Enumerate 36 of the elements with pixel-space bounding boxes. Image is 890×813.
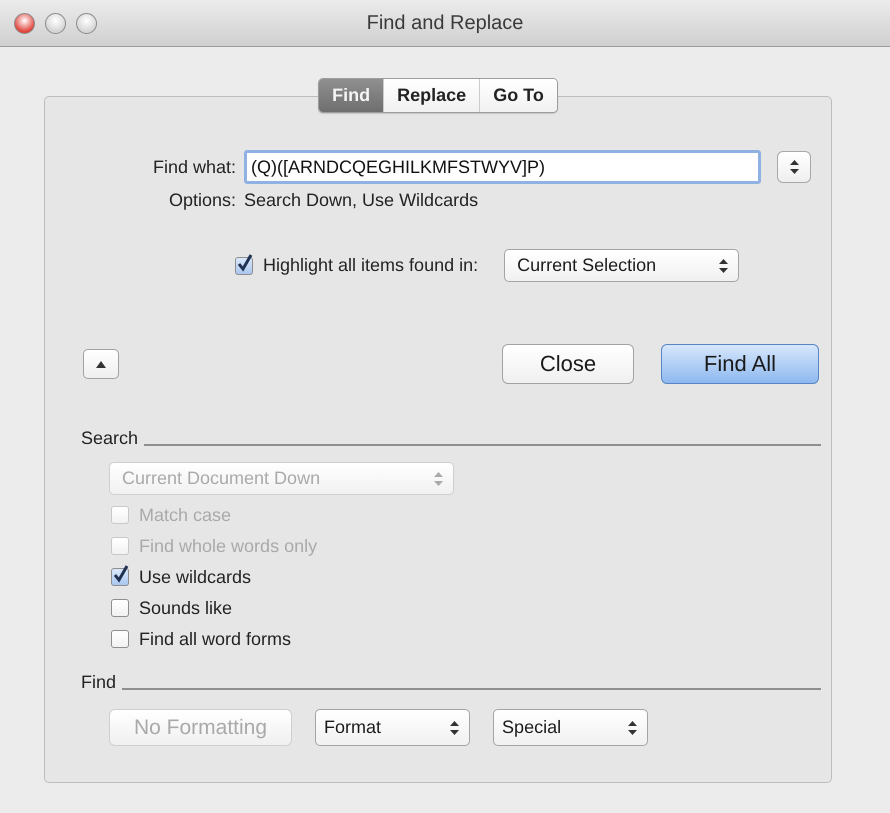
tab[interactable]: Find bbox=[319, 79, 384, 112]
tab[interactable]: Replace bbox=[383, 79, 480, 112]
close-window-button[interactable] bbox=[14, 12, 35, 34]
dropdown[interactable]: Format bbox=[315, 709, 470, 746]
tab[interactable]: Go To bbox=[479, 79, 557, 112]
checkbox[interactable] bbox=[111, 568, 129, 586]
up-down-arrows-icon bbox=[450, 720, 460, 734]
checkbox[interactable] bbox=[111, 599, 129, 617]
checkbox-label: Match case bbox=[139, 504, 232, 526]
field-label: Find what: bbox=[152, 156, 236, 178]
checkbox-label: Sounds like bbox=[139, 598, 232, 618]
up-down-arrows-icon bbox=[628, 720, 638, 734]
checkbox[interactable] bbox=[111, 630, 129, 648]
checkbox-label: Find whole words only bbox=[139, 536, 318, 556]
default-button[interactable]: Find All bbox=[661, 344, 819, 384]
checkbox-label: Find all word forms bbox=[139, 628, 292, 650]
collapse-button[interactable] bbox=[83, 349, 119, 379]
history-button[interactable] bbox=[777, 151, 811, 183]
checkbox-label: Use wildcards bbox=[139, 566, 252, 588]
find-what-field[interactable]: (Q)([ARNDCQEGHILKMFSTWYV]P) bbox=[244, 150, 761, 184]
triangle-up-icon bbox=[96, 360, 106, 368]
options-label: Options: bbox=[168, 190, 236, 211]
highlight-scope-dropdown[interactable]: Current Selection bbox=[504, 249, 740, 282]
minimize-window-button[interactable] bbox=[45, 12, 66, 34]
section-title: Search bbox=[81, 428, 138, 449]
button[interactable]: Close bbox=[502, 344, 634, 384]
zoom-window-button[interactable] bbox=[76, 12, 97, 34]
up-down-arrows-icon bbox=[719, 258, 728, 272]
checkbox-label: Highlight all items found in: bbox=[263, 255, 478, 276]
dropdown[interactable]: Special bbox=[493, 709, 648, 746]
up-down-arrows-icon bbox=[434, 472, 443, 486]
window-title: Find and Replace bbox=[366, 12, 524, 34]
section-title: Find bbox=[81, 672, 116, 693]
up-down-arrows-icon bbox=[790, 160, 798, 174]
options-text: Search Down, Use Wildcards bbox=[244, 190, 478, 211]
checkbox[interactable] bbox=[235, 256, 253, 274]
